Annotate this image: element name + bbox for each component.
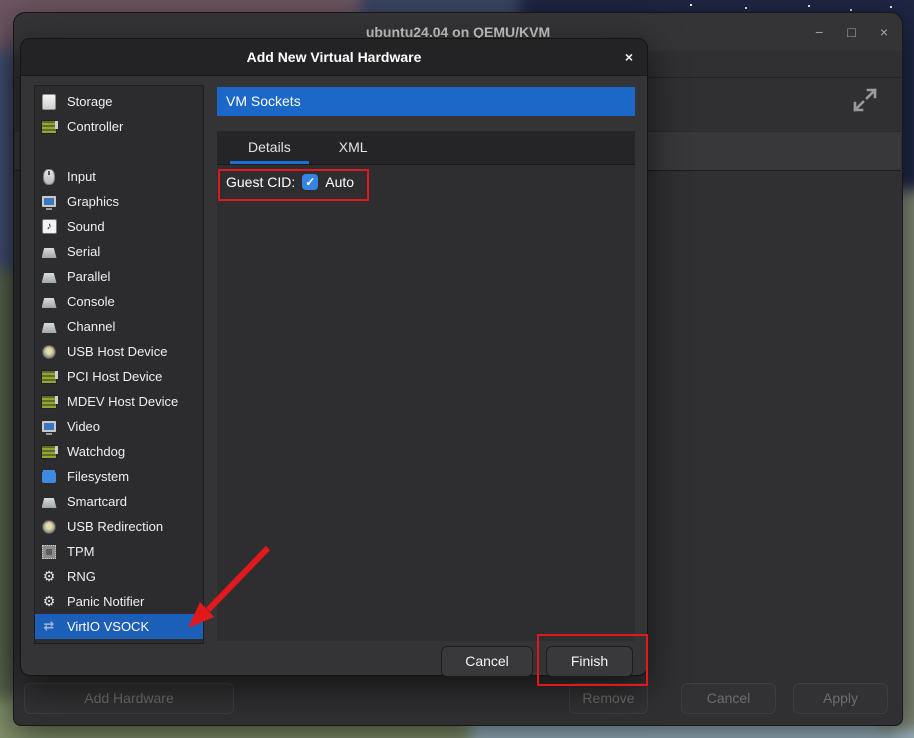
folder-icon bbox=[41, 469, 57, 485]
details-panel: Guest CID: ✓ Auto bbox=[217, 165, 635, 641]
chip-icon bbox=[41, 544, 57, 560]
mouse-icon bbox=[41, 169, 57, 185]
wallpaper-stars bbox=[690, 4, 692, 6]
sidebar-item-virtio-vsock[interactable]: VirtIO VSOCK bbox=[35, 614, 203, 639]
dialog-titlebar[interactable]: Add New Virtual Hardware × bbox=[21, 39, 647, 76]
guest-cid-row: Guest CID: ✓ Auto bbox=[217, 165, 635, 190]
auto-checkbox-label: Auto bbox=[325, 174, 354, 190]
tab-details[interactable]: Details bbox=[224, 131, 315, 164]
sidebar-item-parallel[interactable]: Parallel bbox=[35, 264, 203, 289]
sidebar-item-mdev-host-device[interactable]: MDEV Host Device bbox=[35, 389, 203, 414]
dialog-cancel-button[interactable]: Cancel bbox=[441, 646, 533, 677]
checkmark-icon: ✓ bbox=[305, 175, 315, 189]
close-icon[interactable]: × bbox=[880, 24, 888, 40]
tab-xml[interactable]: XML bbox=[315, 131, 392, 164]
monitor-icon bbox=[41, 194, 57, 210]
serial-device-icon bbox=[41, 319, 57, 335]
sidebar-item-rng[interactable]: RNG bbox=[35, 564, 203, 589]
fullscreen-icon[interactable] bbox=[848, 83, 882, 117]
pci-card-icon bbox=[41, 394, 57, 410]
sidebar-item-tpm[interactable]: TPM bbox=[35, 539, 203, 564]
serial-device-icon bbox=[41, 269, 57, 285]
tab-strip: Details XML bbox=[217, 131, 635, 165]
sidebar-item-pci-host-device[interactable]: PCI Host Device bbox=[35, 364, 203, 389]
sidebar-item-filesystem[interactable]: Filesystem bbox=[35, 464, 203, 489]
sound-card-icon bbox=[41, 219, 57, 235]
pci-card-icon bbox=[41, 444, 57, 460]
disk-icon bbox=[41, 94, 57, 110]
minimize-icon[interactable]: − bbox=[815, 24, 823, 40]
apply-button[interactable]: Apply bbox=[793, 683, 888, 714]
maximize-icon[interactable]: □ bbox=[847, 24, 855, 40]
gear-icon bbox=[41, 569, 57, 585]
pci-card-icon bbox=[41, 119, 57, 135]
usb-icon bbox=[41, 519, 57, 535]
monitor-icon bbox=[41, 419, 57, 435]
sidebar-item-usb-host-device[interactable]: USB Host Device bbox=[35, 339, 203, 364]
sidebar-item-storage[interactable]: Storage bbox=[35, 89, 203, 114]
hardware-type-list[interactable]: Storage Controller Input Graphics Sound … bbox=[34, 85, 204, 644]
pci-card-icon bbox=[41, 369, 57, 385]
usb-icon bbox=[41, 344, 57, 360]
sidebar-item-channel[interactable]: Channel bbox=[35, 314, 203, 339]
add-hardware-dialog: Add New Virtual Hardware × Storage Contr… bbox=[20, 38, 648, 676]
sidebar-item-video[interactable]: Video bbox=[35, 414, 203, 439]
auto-checkbox[interactable]: ✓ bbox=[302, 174, 318, 190]
sidebar-item-watchdog[interactable]: Watchdog bbox=[35, 439, 203, 464]
sidebar-item-usb-redirection[interactable]: USB Redirection bbox=[35, 514, 203, 539]
serial-device-icon bbox=[41, 494, 57, 510]
add-hardware-button[interactable]: Add Hardware bbox=[24, 683, 234, 714]
sidebar-item-smartcard[interactable]: Smartcard bbox=[35, 489, 203, 514]
sidebar-separator bbox=[35, 139, 203, 164]
vm-cancel-button[interactable]: Cancel bbox=[681, 683, 776, 714]
dialog-title: Add New Virtual Hardware bbox=[21, 39, 647, 75]
sidebar-item-graphics[interactable]: Graphics bbox=[35, 189, 203, 214]
panel-header: VM Sockets bbox=[217, 87, 635, 116]
finish-button[interactable]: Finish bbox=[546, 646, 633, 677]
sidebar-item-sound[interactable]: Sound bbox=[35, 214, 203, 239]
guest-cid-label: Guest CID: bbox=[226, 174, 295, 190]
sidebar-item-console[interactable]: Console bbox=[35, 289, 203, 314]
dialog-close-icon[interactable]: × bbox=[625, 39, 633, 75]
gear-icon bbox=[41, 594, 57, 610]
serial-device-icon bbox=[41, 294, 57, 310]
sidebar-item-controller[interactable]: Controller bbox=[35, 114, 203, 139]
sidebar-item-serial[interactable]: Serial bbox=[35, 239, 203, 264]
serial-device-icon bbox=[41, 244, 57, 260]
arrows-icon bbox=[41, 619, 57, 635]
sidebar-item-input[interactable]: Input bbox=[35, 164, 203, 189]
remove-button[interactable]: Remove bbox=[569, 683, 648, 714]
sidebar-item-panic-notifier[interactable]: Panic Notifier bbox=[35, 589, 203, 614]
